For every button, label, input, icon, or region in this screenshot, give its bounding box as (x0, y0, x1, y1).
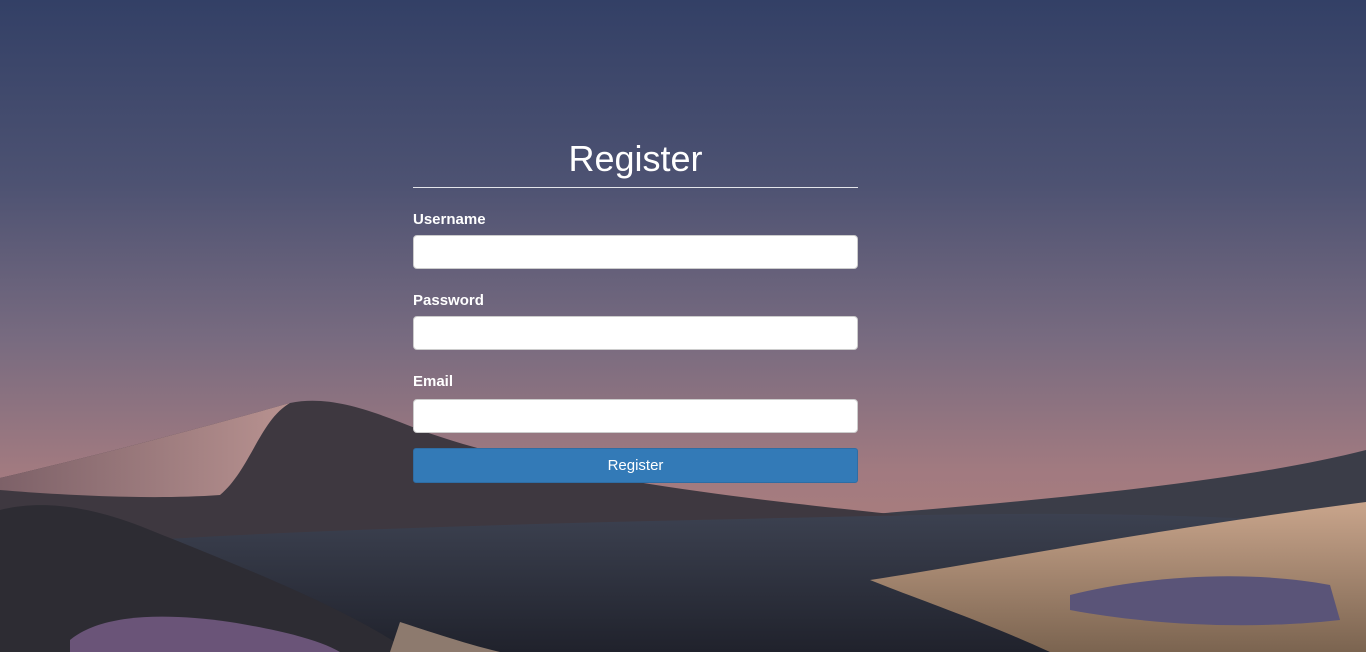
password-input[interactable] (413, 316, 858, 350)
register-form: Register Username Password Email Registe… (413, 138, 858, 483)
username-input[interactable] (413, 235, 858, 269)
title-divider (413, 187, 858, 188)
password-label: Password (413, 292, 484, 309)
username-label: Username (413, 211, 486, 228)
page-title: Register (568, 138, 703, 179)
register-button[interactable]: Register (413, 448, 858, 483)
email-input[interactable] (413, 399, 858, 433)
email-label: Email (413, 373, 454, 390)
